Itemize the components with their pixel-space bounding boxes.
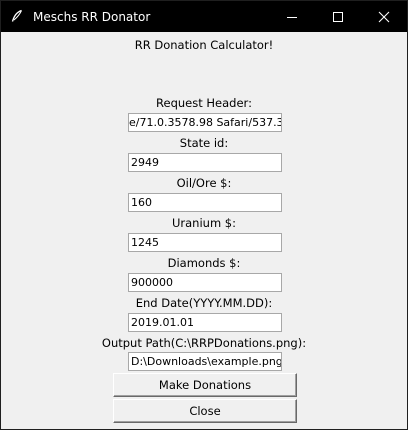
minimize-button[interactable] bbox=[269, 1, 315, 32]
minimize-icon bbox=[287, 16, 297, 18]
uranium-input[interactable]: 1245 bbox=[128, 233, 282, 252]
end-date-input[interactable]: 2019.01.01 bbox=[128, 313, 282, 332]
close-window-button[interactable] bbox=[361, 1, 407, 32]
uranium-label: Uranium $: bbox=[171, 216, 236, 230]
maximize-icon bbox=[333, 11, 343, 22]
diamonds-label: Diamonds $: bbox=[167, 256, 241, 270]
form-heading: RR Donation Calculator! bbox=[134, 38, 274, 52]
window-title: Meschs RR Donator bbox=[33, 10, 151, 24]
state-id-input[interactable]: 2949 bbox=[128, 153, 282, 172]
request-header-input[interactable]: e/71.0.3578.98 Safari/537.36 bbox=[128, 113, 282, 132]
client-area: RR Donation Calculator! Request Header: … bbox=[1, 32, 407, 429]
end-date-label: End Date(YYYY.MM.DD): bbox=[135, 296, 273, 310]
output-path-label: Output Path(C:\RRPDonations.png): bbox=[101, 336, 307, 350]
oil-ore-input[interactable]: 160 bbox=[128, 193, 282, 212]
diamonds-input[interactable]: 900000 bbox=[128, 273, 282, 292]
output-path-input[interactable]: D:\Downloads\example.png bbox=[128, 352, 282, 371]
oil-ore-label: Oil/Ore $: bbox=[176, 176, 232, 190]
feather-icon bbox=[11, 9, 22, 22]
state-id-label: State id: bbox=[179, 136, 229, 150]
request-header-label: Request Header: bbox=[156, 96, 252, 110]
app-window: Meschs RR Donator RR Donation Calculator… bbox=[0, 0, 408, 430]
close-button[interactable]: Close bbox=[113, 399, 297, 423]
make-donations-button[interactable]: Make Donations bbox=[113, 373, 297, 397]
title-bar[interactable]: Meschs RR Donator bbox=[1, 1, 407, 32]
close-icon bbox=[378, 11, 390, 22]
maximize-button[interactable] bbox=[315, 1, 361, 32]
